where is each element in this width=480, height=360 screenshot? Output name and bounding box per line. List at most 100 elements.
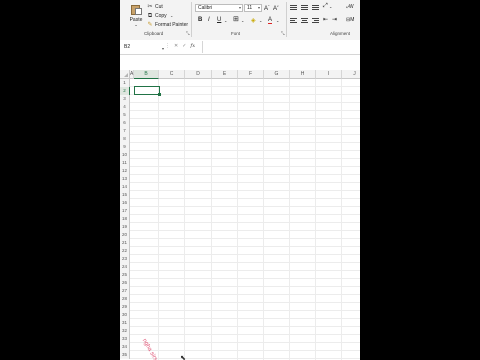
wrap-text-button[interactable]: ⤶W [346, 4, 354, 10]
row-header[interactable]: 18 [120, 215, 130, 223]
grid-line [130, 94, 360, 95]
row-header[interactable]: 17 [120, 207, 130, 215]
name-box[interactable]: B2 ▾ [122, 43, 164, 51]
chevron-down-icon[interactable]: ▾ [162, 45, 164, 53]
grid-line [130, 278, 360, 279]
font-family-value: Calibri [198, 5, 213, 11]
column-header[interactable]: J [342, 70, 360, 79]
increase-indent-icon[interactable]: ⇥ [332, 16, 337, 23]
row-header[interactable]: 24 [120, 263, 130, 271]
row-header[interactable]: 16 [120, 199, 130, 207]
paste-button[interactable]: Paste ⌄ [128, 3, 144, 29]
row-header[interactable]: 19 [120, 223, 130, 231]
chevron-down-icon[interactable]: ⌄ [329, 4, 332, 9]
increase-font-size-icon[interactable]: A^ [264, 4, 269, 12]
bold-icon[interactable]: B [198, 17, 202, 23]
merge-center-button[interactable]: ⊟M [346, 17, 354, 23]
row-header[interactable]: 34 [120, 343, 130, 351]
row-header[interactable]: 31 [120, 319, 130, 327]
column-header[interactable]: D [185, 70, 212, 79]
row-header[interactable]: 22 [120, 247, 130, 255]
font-size-select[interactable]: 11 ▾ [244, 4, 262, 12]
row-header[interactable]: 29 [120, 303, 130, 311]
column-header[interactable]: E [212, 70, 238, 79]
dialog-launcher-icon[interactable]: ⤡ [281, 31, 285, 36]
row-header[interactable]: 3 [120, 95, 130, 103]
column-header[interactable]: B [134, 70, 159, 79]
formula-input[interactable] [202, 41, 359, 53]
font-family-select[interactable]: Calibri ▾ [195, 4, 243, 12]
select-all-button[interactable] [120, 70, 130, 79]
row-header[interactable]: 23 [120, 255, 130, 263]
align-center-icon[interactable] [301, 18, 308, 24]
row-header[interactable]: 20 [120, 231, 130, 239]
enter-icon[interactable]: ✓ [182, 43, 186, 49]
row-header[interactable]: 26 [120, 279, 130, 287]
grid-line [130, 342, 360, 343]
format-painter-button[interactable]: ✎ Format Painter [147, 21, 188, 29]
cut-button[interactable]: ✂ Cut [147, 3, 162, 11]
row-header[interactable]: 14 [120, 183, 130, 191]
row-header[interactable]: 12 [120, 167, 130, 175]
row-header[interactable]: 7 [120, 127, 130, 135]
grid-line [130, 262, 360, 263]
align-bottom-icon[interactable] [312, 5, 319, 11]
font-color-icon[interactable]: A [268, 17, 273, 24]
chevron-down-icon[interactable]: ⌄ [241, 18, 244, 23]
chevron-down-icon[interactable]: ⌄ [169, 13, 175, 19]
fill-color-icon[interactable]: ◈ [251, 17, 256, 24]
column-header[interactable]: C [159, 70, 185, 79]
row-header[interactable]: 32 [120, 327, 130, 335]
row-header[interactable]: 2 [120, 87, 130, 95]
paintbrush-icon: ✎ [147, 22, 153, 28]
fill-handle[interactable] [158, 93, 161, 96]
decrease-font-size-icon[interactable]: Av [273, 4, 279, 12]
row-header[interactable]: 33 [120, 335, 130, 343]
row-header[interactable]: 27 [120, 287, 130, 295]
row-header[interactable]: 6 [120, 119, 130, 127]
align-right-icon[interactable] [312, 18, 319, 24]
row-header[interactable]: 8 [120, 135, 130, 143]
dialog-launcher-icon[interactable]: ⤡ [186, 31, 190, 36]
row-header[interactable]: 30 [120, 311, 130, 319]
row-header[interactable]: 10 [120, 151, 130, 159]
chevron-down-icon[interactable]: ⌄ [276, 18, 279, 23]
row-header[interactable]: 28 [120, 295, 130, 303]
row-header[interactable]: 1 [120, 79, 130, 87]
row-header[interactable]: 5 [120, 111, 130, 119]
active-cell[interactable] [134, 86, 161, 96]
font-size-value: 11 [247, 5, 253, 11]
cancel-icon[interactable]: ✕ [174, 43, 178, 49]
column-header[interactable]: I [316, 70, 342, 79]
row-header[interactable]: 35 [120, 351, 130, 359]
grid-line [130, 142, 360, 143]
borders-icon[interactable]: ⊞ [233, 15, 239, 23]
align-top-icon[interactable] [290, 5, 297, 11]
insert-function-icon[interactable]: fx [190, 43, 195, 49]
underline-icon[interactable]: U [217, 17, 221, 23]
orientation-icon[interactable]: ⤢ [323, 3, 328, 10]
column-header[interactable]: H [290, 70, 316, 79]
chevron-down-icon[interactable]: ⌄ [128, 23, 144, 27]
grid-line [130, 118, 360, 119]
copy-button[interactable]: ⧉ Copy ⌄ [147, 12, 175, 20]
row-header[interactable]: 13 [120, 175, 130, 183]
decrease-indent-icon[interactable]: ⇤ [323, 16, 328, 23]
row-header[interactable]: 25 [120, 271, 130, 279]
align-middle-icon[interactable] [301, 5, 308, 11]
grid-line [130, 110, 360, 111]
column-header[interactable]: F [238, 70, 264, 79]
chevron-down-icon[interactable]: ⌄ [259, 18, 262, 23]
row-header[interactable]: 9 [120, 143, 130, 151]
row-header[interactable]: 4 [120, 103, 130, 111]
chevron-down-icon[interactable]: ⌄ [224, 18, 227, 23]
italic-icon[interactable]: I [208, 17, 210, 23]
row-header[interactable]: 11 [120, 159, 130, 167]
chevron-down-icon: ▾ [238, 5, 241, 10]
grid-line [130, 358, 360, 359]
worksheet-grid[interactable]: ABCDEFGHIJ 1 2 3 4 5 6 7 8 9 10 11 12 13 14 15 16 17 18 19… [120, 70, 360, 360]
column-header[interactable]: G [264, 70, 290, 79]
row-header[interactable]: 15 [120, 191, 130, 199]
align-left-icon[interactable] [290, 18, 297, 24]
row-header[interactable]: 21 [120, 239, 130, 247]
